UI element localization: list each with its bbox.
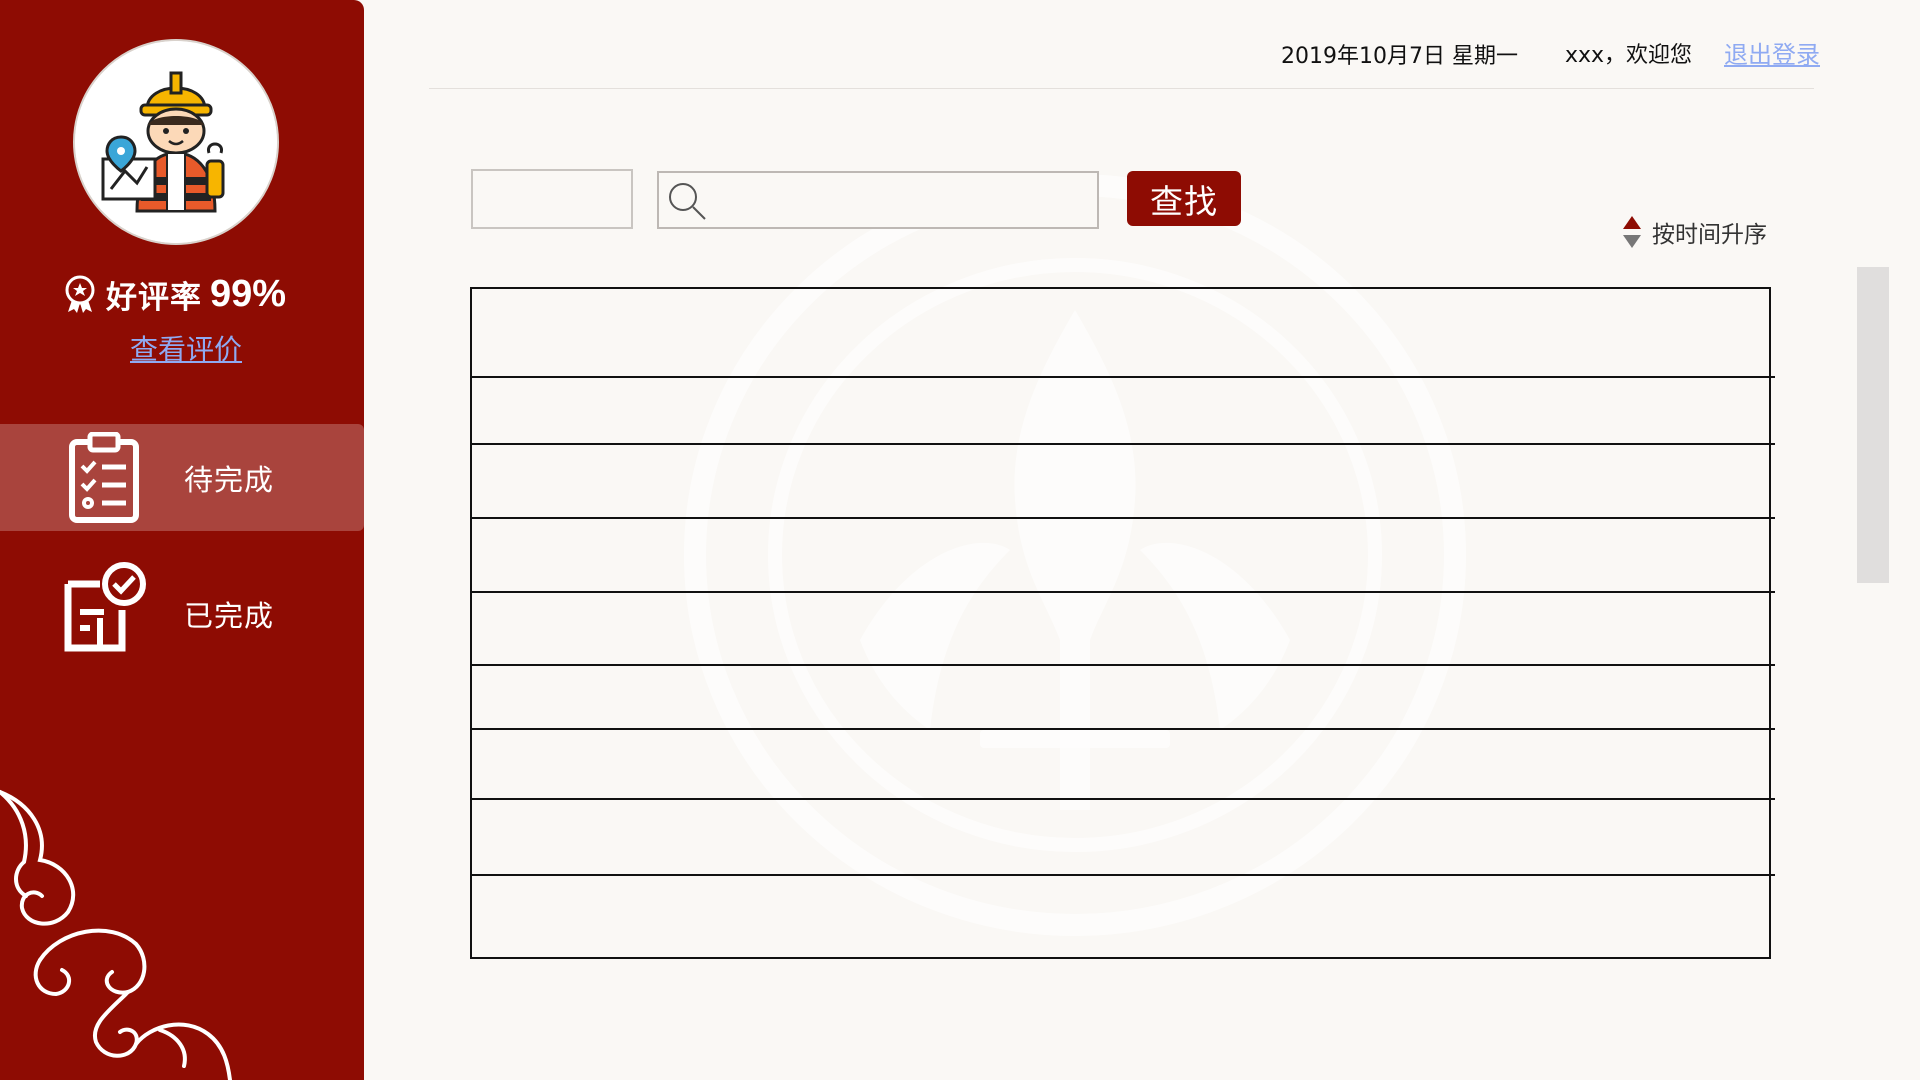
clipboard-checklist-icon xyxy=(69,432,139,523)
table-row[interactable] xyxy=(472,876,1775,957)
table-row[interactable] xyxy=(472,730,1775,800)
search-field[interactable] xyxy=(657,171,1099,229)
cloud-ornament-icon xyxy=(0,790,232,1080)
sidebar: 好评率 99% 查看评价 待完成 已完成 xyxy=(0,0,364,1080)
rating-label: 好评率 xyxy=(106,279,202,316)
search-icon xyxy=(669,183,706,220)
header-welcome: xxx，欢迎您 xyxy=(1565,43,1693,68)
table-row[interactable] xyxy=(472,289,1775,378)
table-row[interactable] xyxy=(472,519,1775,593)
sort-arrows-icon xyxy=(1623,216,1641,248)
table-row[interactable] xyxy=(472,666,1775,730)
avatar xyxy=(73,39,279,245)
table-row[interactable] xyxy=(472,378,1775,445)
sidebar-item-label: 待完成 xyxy=(184,462,275,497)
award-medal-icon xyxy=(65,275,95,313)
search-input[interactable] xyxy=(713,177,1093,225)
table-row[interactable] xyxy=(472,800,1775,876)
view-reviews-link[interactable]: 查看评价 xyxy=(130,328,242,368)
worker-avatar-icon xyxy=(75,41,277,243)
table-row[interactable] xyxy=(472,593,1775,666)
find-button[interactable]: 查找 xyxy=(1127,171,1241,226)
logout-link[interactable]: 退出登录 xyxy=(1724,35,1820,70)
scrollbar[interactable] xyxy=(1857,267,1889,583)
filter-input[interactable] xyxy=(471,169,633,229)
sidebar-item-completed[interactable]: 已完成 xyxy=(0,560,364,667)
sidebar-item-pending[interactable]: 待完成 xyxy=(0,424,364,531)
app-root: 好评率 99% 查看评价 待完成 已完成 2019年10月7日 星期一 xxx，… xyxy=(0,0,1920,1080)
sidebar-item-label: 已完成 xyxy=(184,598,275,633)
table-row[interactable] xyxy=(472,445,1775,519)
task-table xyxy=(470,287,1775,959)
header-divider xyxy=(429,88,1814,89)
document-check-icon xyxy=(64,562,146,652)
sort-by-time-button[interactable]: 按时间升序 xyxy=(1620,214,1767,250)
header-date: 2019年10月7日 星期一 xyxy=(1281,44,1518,69)
rating-row: 好评率 99% xyxy=(62,268,286,320)
sort-label: 按时间升序 xyxy=(1652,222,1767,248)
rating-value: 99% xyxy=(210,272,287,315)
